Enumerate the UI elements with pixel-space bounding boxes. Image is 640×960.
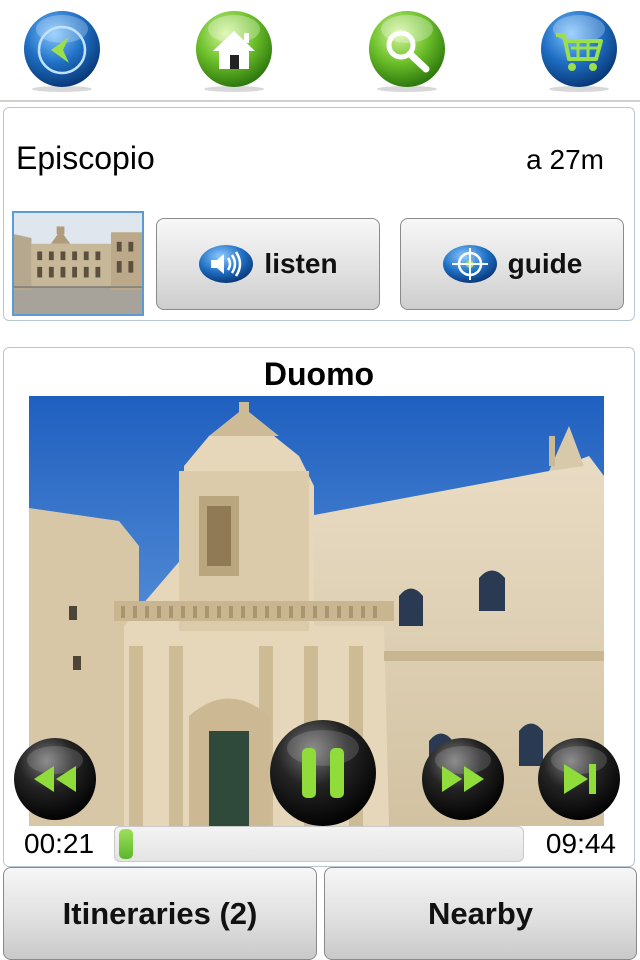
- pause-icon: [270, 720, 376, 826]
- rewind-icon: [14, 738, 96, 820]
- skip-next-button[interactable]: [536, 736, 622, 822]
- itineraries-button[interactable]: Itineraries (2): [3, 867, 317, 960]
- guide-label: guide: [507, 248, 583, 279]
- elapsed-time: 00:21: [24, 828, 95, 859]
- top-nav-bar: [0, 0, 640, 102]
- place-panel: Episcopio a 27m listen guide: [3, 107, 635, 321]
- total-time: 09:44: [545, 828, 616, 859]
- place-title: Episcopio: [16, 140, 155, 176]
- nearby-label: Nearby: [427, 895, 534, 931]
- nearby-button[interactable]: Nearby: [324, 867, 637, 960]
- progress-bar[interactable]: [114, 826, 524, 862]
- place-distance: a 27m: [526, 144, 604, 175]
- fast-forward-icon: [422, 738, 504, 820]
- pause-button[interactable]: [268, 718, 378, 828]
- itineraries-label: Itineraries (2): [62, 895, 258, 931]
- search-icon: [369, 11, 445, 92]
- skip-next-icon: [538, 738, 620, 820]
- speaker-icon: [199, 245, 254, 283]
- media-title: Duomo: [263, 356, 375, 392]
- player-panel: Duomo 00:21 09:44: [3, 347, 635, 867]
- guide-button[interactable]: guide: [400, 218, 624, 310]
- back-button[interactable]: [21, 9, 103, 93]
- cart-button[interactable]: [538, 9, 620, 93]
- listen-button[interactable]: listen: [156, 218, 380, 310]
- fast-forward-button[interactable]: [420, 736, 506, 822]
- listen-label: listen: [264, 248, 338, 279]
- target-icon: [442, 245, 497, 283]
- progress-fill: [119, 829, 133, 859]
- place-thumbnail[interactable]: [12, 211, 144, 316]
- home-button[interactable]: [193, 9, 275, 93]
- cart-icon: [541, 11, 617, 92]
- search-button[interactable]: [366, 9, 448, 93]
- back-arrow-icon: [24, 11, 100, 92]
- rewind-button[interactable]: [12, 736, 98, 822]
- home-icon: [196, 11, 272, 92]
